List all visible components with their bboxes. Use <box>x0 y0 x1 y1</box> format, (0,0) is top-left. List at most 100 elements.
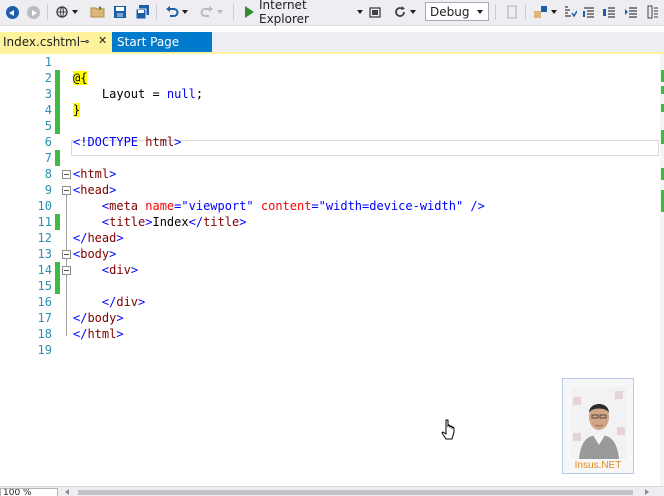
line-number: 14 <box>37 263 52 277</box>
new-project-button[interactable] <box>53 2 79 22</box>
code-line: 13 <body> <box>0 246 664 262</box>
configuration-value: Debug <box>430 4 470 19</box>
zoom-select[interactable]: 100 % <box>0 488 58 496</box>
undo-button[interactable] <box>162 2 190 22</box>
portrait-image <box>571 387 627 459</box>
toolbar-overflow-button[interactable] <box>644 2 662 22</box>
tab-index-cshtml[interactable]: Index.cshtml ⊸ ✕ <box>0 32 112 52</box>
attach-button[interactable] <box>503 2 521 22</box>
toolbar-separator <box>47 4 48 20</box>
line-number: 4 <box>44 103 52 117</box>
redo-button[interactable] <box>197 2 225 22</box>
line-number: 12 <box>37 231 52 245</box>
code-line: 7 <box>0 150 664 166</box>
code-text: </div> <box>73 295 146 309</box>
chevron-down-icon <box>181 10 188 14</box>
undo-icon <box>165 6 178 17</box>
indent-button[interactable] <box>622 2 640 22</box>
editor-bottom-bar: 100 % <box>0 486 664 496</box>
line-number: 10 <box>37 199 52 213</box>
change-marker <box>55 70 60 86</box>
change-marker <box>55 150 60 166</box>
line-number: 17 <box>37 311 52 325</box>
code-text: <title>Index</title> <box>73 215 247 229</box>
toolbar-separator <box>495 4 496 20</box>
code-line: 9 <head> <box>0 182 664 198</box>
watermark: Insus.NET <box>562 378 634 474</box>
scroll-left-icon[interactable] <box>65 489 69 495</box>
code-line: 6 <!DOCTYPE html> <box>0 134 664 150</box>
toolbar-separator <box>525 4 526 20</box>
find-button[interactable] <box>532 2 558 22</box>
code-text: <meta name="viewport" content="width=dev… <box>73 199 485 213</box>
code-line: 10 <meta name="viewport" content="width=… <box>0 198 664 214</box>
attach-icon <box>507 5 517 19</box>
overflow-icon <box>647 5 658 19</box>
code-line: 15 <box>0 278 664 294</box>
forward-button[interactable] <box>24 2 42 22</box>
tab-label: Start Page <box>117 35 180 49</box>
save-button[interactable] <box>111 2 129 22</box>
new-project-icon <box>55 6 68 18</box>
line-number: 9 <box>44 183 52 197</box>
tab-label: Index.cshtml <box>3 35 81 49</box>
horizontal-scrollbar-thumb[interactable] <box>78 490 633 495</box>
code-line: 19 <box>0 342 664 358</box>
pin-icon[interactable]: ⊸ <box>80 35 89 48</box>
scroll-right-icon[interactable] <box>645 489 649 495</box>
code-line: 16 </div> <box>0 294 664 310</box>
chevron-down-icon <box>71 10 78 14</box>
code-text: <body> <box>73 247 117 261</box>
comment-icon <box>565 6 577 18</box>
collapse-icon[interactable] <box>62 186 71 195</box>
save-all-button[interactable] <box>133 2 151 22</box>
code-line: 3 Layout = null; <box>0 86 664 102</box>
code-text: Layout = null; <box>73 87 204 101</box>
document-tab-strip: Index.cshtml ⊸ ✕ Start Page <box>0 32 664 52</box>
browser-link-button[interactable] <box>367 2 385 22</box>
back-button[interactable] <box>3 2 21 22</box>
line-number: 11 <box>37 215 52 229</box>
bookmark-button[interactable] <box>580 2 598 22</box>
code-line: 18 </html> <box>0 326 664 342</box>
line-number: 8 <box>44 167 52 181</box>
line-number: 7 <box>44 151 52 165</box>
comment-button[interactable] <box>561 2 579 22</box>
line-number: 18 <box>37 327 52 341</box>
collapse-icon[interactable] <box>62 266 71 275</box>
close-icon[interactable]: ✕ <box>98 34 107 47</box>
tab-start-page[interactable]: Start Page <box>112 32 212 52</box>
run-icon <box>245 6 254 18</box>
code-text: </body> <box>73 311 124 325</box>
line-number: 13 <box>37 247 52 261</box>
run-target-label: Internet Explorer <box>259 0 309 26</box>
mouse-cursor-icon <box>441 419 455 440</box>
indent-icon <box>625 7 637 18</box>
zoom-value: 100 % <box>3 488 32 496</box>
save-all-icon <box>135 4 149 19</box>
chevron-down-icon <box>216 10 223 14</box>
refresh-button[interactable] <box>390 2 418 22</box>
code-text: } <box>73 103 81 117</box>
visual-studio-window: Internet Explorer Debug Index.cshtml ⊸ ✕… <box>0 0 664 496</box>
code-text: <html> <box>73 167 117 181</box>
find-icon <box>534 6 547 18</box>
vertical-scrollbar[interactable] <box>660 54 664 486</box>
code-text: @{ <box>73 71 88 85</box>
code-text: <!DOCTYPE html> <box>73 135 182 149</box>
outdent-button[interactable] <box>600 2 618 22</box>
chevron-down-icon <box>409 10 416 14</box>
watermark-text: Insus.NET <box>574 460 622 471</box>
solution-configuration-select[interactable]: Debug <box>425 2 489 21</box>
open-button[interactable] <box>89 2 107 22</box>
change-marker <box>55 86 60 102</box>
code-text: <div> <box>73 263 139 277</box>
run-button[interactable]: Internet Explorer <box>245 0 363 26</box>
collapse-icon[interactable] <box>62 170 71 179</box>
line-number: 15 <box>37 279 52 293</box>
line-number: 19 <box>37 343 52 357</box>
forward-icon <box>26 5 40 19</box>
change-marker <box>55 278 60 294</box>
code-line: 1 <box>0 54 664 70</box>
collapse-icon[interactable] <box>62 250 71 259</box>
